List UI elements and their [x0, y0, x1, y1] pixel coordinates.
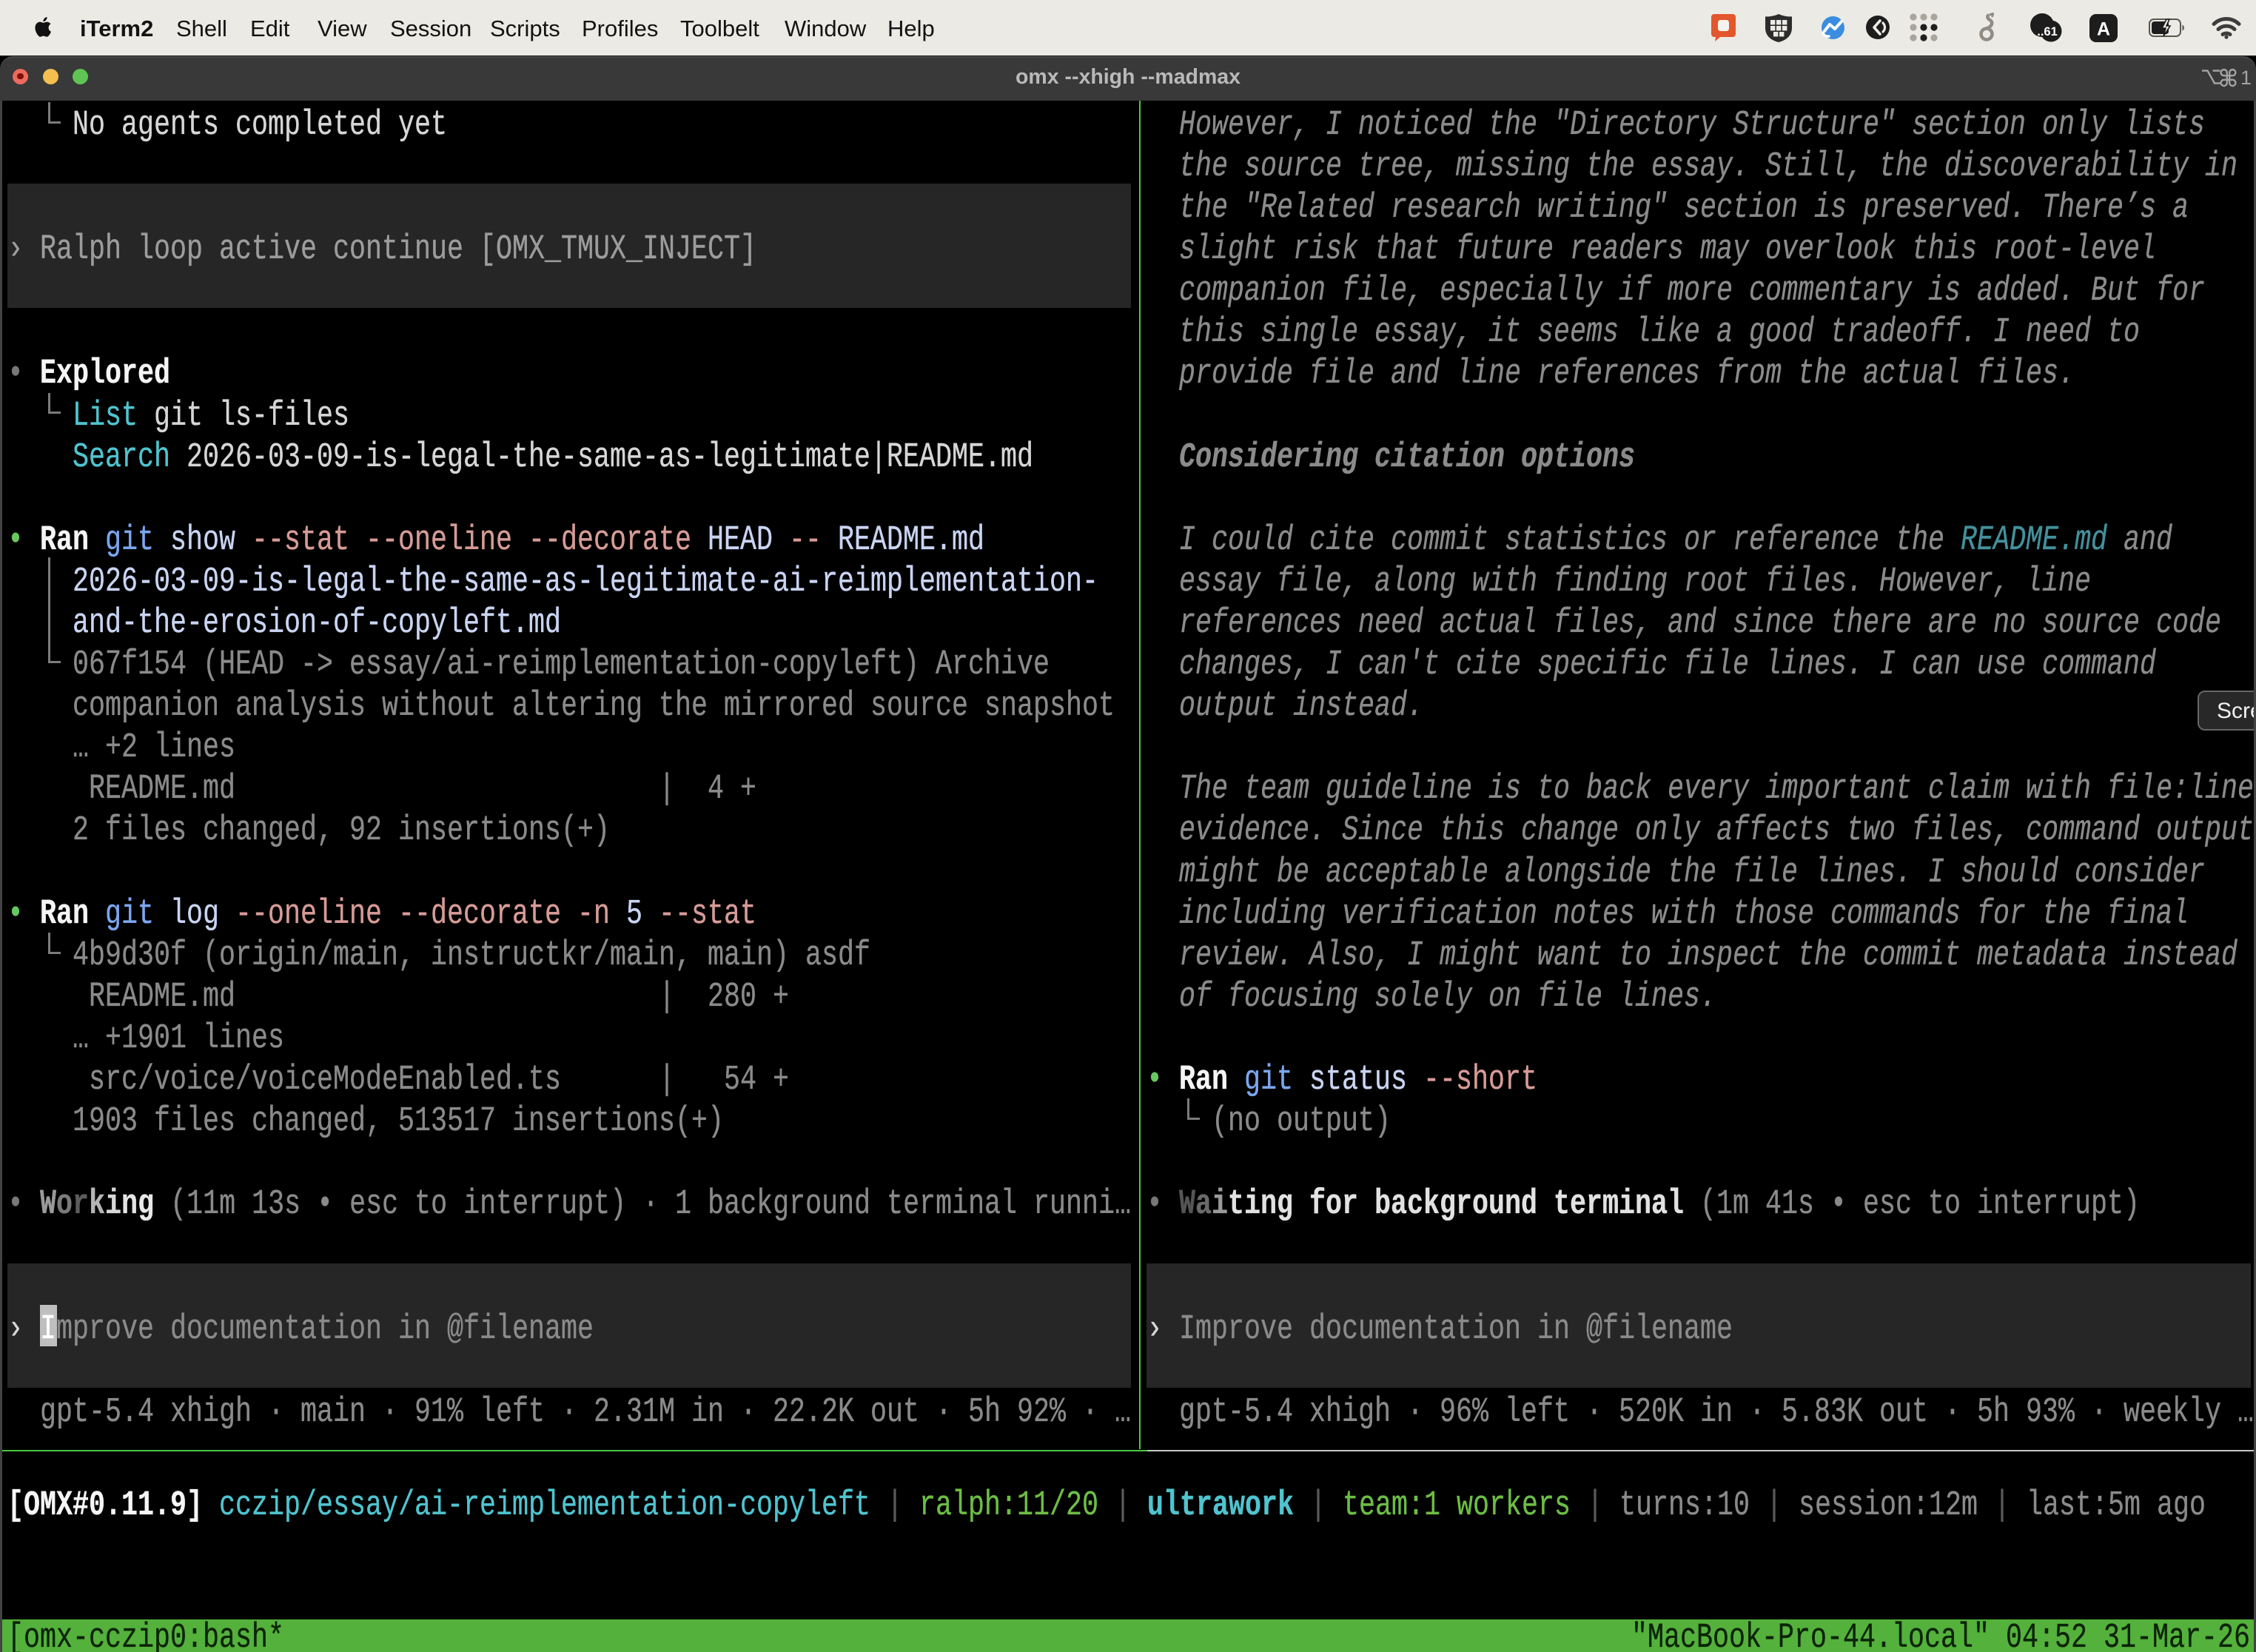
- svg-text:..61: ..61: [2037, 25, 2058, 38]
- svg-text:A: A: [2097, 19, 2110, 40]
